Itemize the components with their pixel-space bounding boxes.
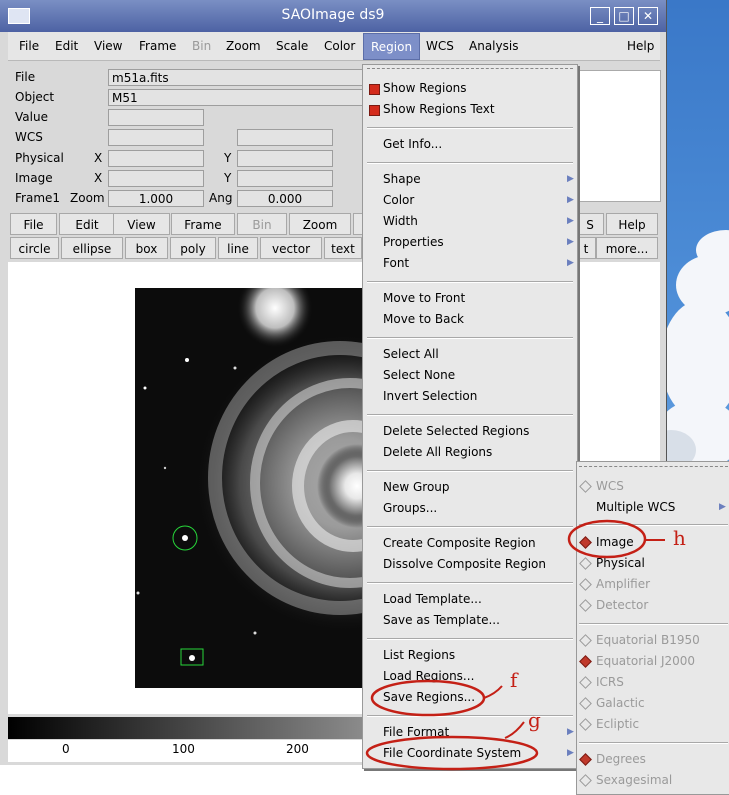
annotation-ellipse-image (567, 519, 647, 559)
annotation-leader-g (504, 721, 525, 739)
annotation-label-f: f (510, 668, 518, 692)
annotation-label-g: g (528, 708, 541, 732)
annotation-overlay (365, 519, 665, 771)
annotation-label-h: h (673, 526, 686, 550)
annotation-leader-f (483, 685, 503, 699)
annotation-ellipse-save (370, 679, 486, 717)
annotation-ellipse-coordsys (365, 735, 539, 771)
